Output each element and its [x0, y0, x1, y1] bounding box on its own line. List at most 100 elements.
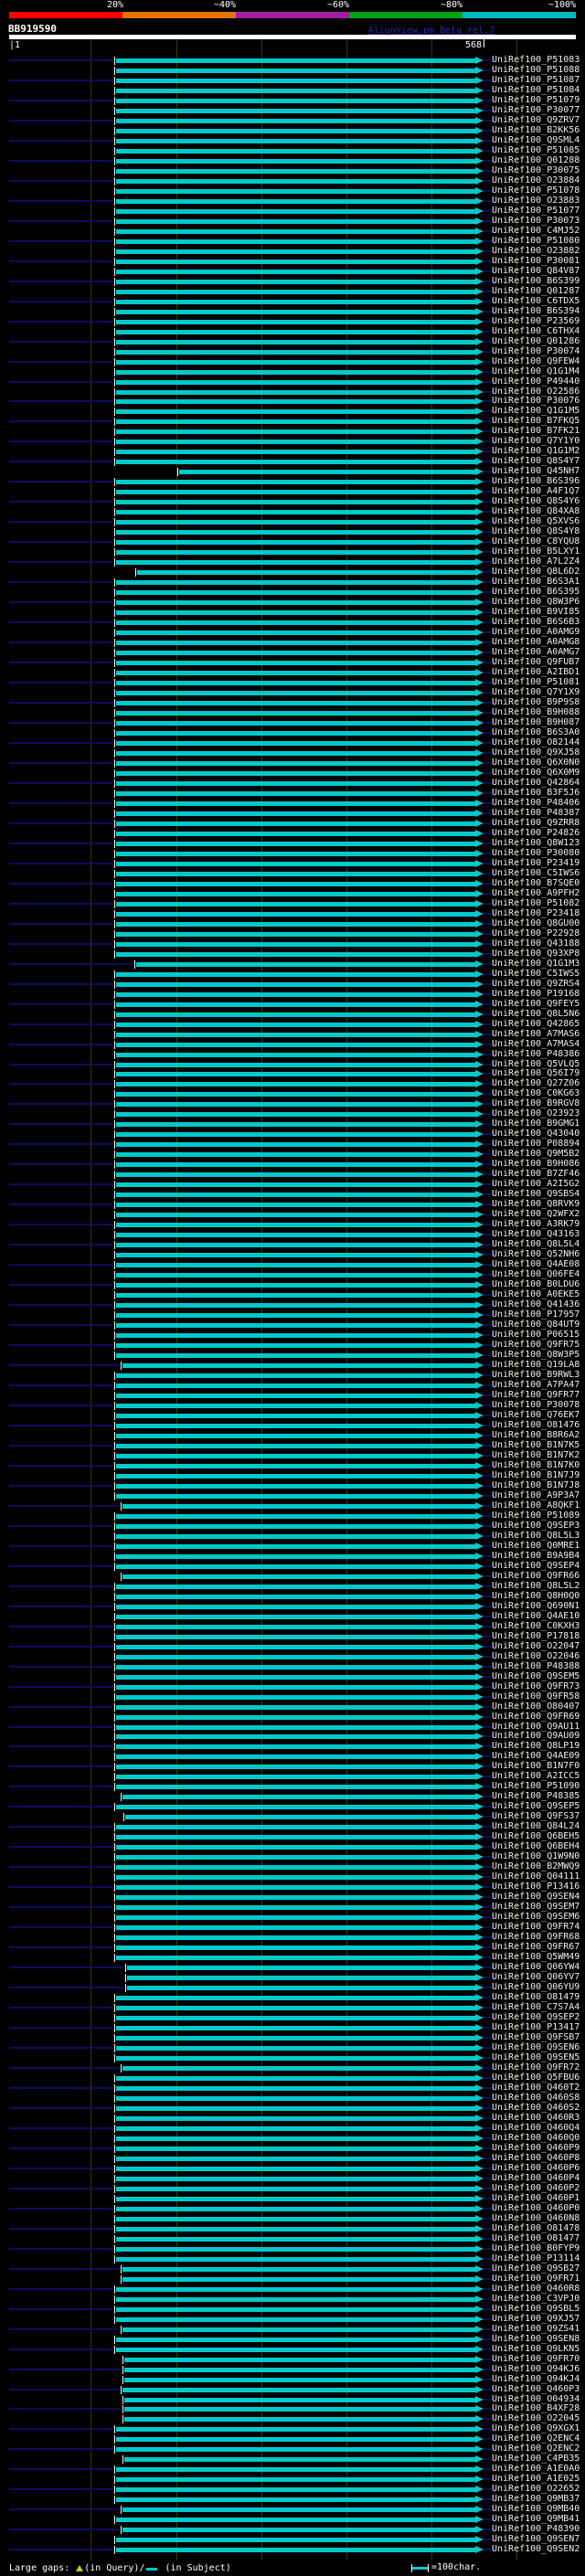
hit-label[interactable]: UniRef100_Q9MB41	[492, 2515, 580, 2524]
alignment-bar[interactable]	[116, 1023, 475, 1027]
alignment-bar[interactable]	[116, 480, 475, 484]
alignment-bar[interactable]	[116, 610, 475, 615]
alignment-bar[interactable]	[116, 711, 475, 716]
hit-label[interactable]: UniRef100_Q43188	[492, 939, 580, 949]
hit-label[interactable]: UniRef100_Q9FR74	[492, 1923, 580, 1932]
hit-label[interactable]: UniRef100_Q9FR67	[492, 1943, 580, 1952]
hit-label[interactable]: UniRef100_Q9SB27	[492, 2264, 580, 2274]
hit-label[interactable]: UniRef100_Q9MB40	[492, 2505, 580, 2514]
alignment-bar[interactable]	[116, 1353, 475, 1358]
hit-label[interactable]: UniRef100_P51084	[492, 86, 580, 95]
alignment-bar[interactable]	[116, 79, 475, 83]
hit-label[interactable]: UniRef100_Q7Y1Y0	[492, 437, 580, 446]
hit-label[interactable]: UniRef100_B1N7F0	[492, 1762, 580, 1771]
alignment-bar[interactable]	[116, 450, 475, 454]
hit-label[interactable]: UniRef100_Q9FUB7	[492, 658, 580, 667]
alignment-bar[interactable]	[116, 882, 475, 886]
alignment-bar[interactable]	[116, 751, 475, 756]
alignment-bar[interactable]	[122, 2277, 475, 2282]
hit-label[interactable]: UniRef100_Q9FSB7	[492, 2033, 580, 2042]
alignment-bar[interactable]	[116, 2167, 475, 2171]
hit-label[interactable]: UniRef100_O82144	[492, 738, 580, 747]
alignment-bar[interactable]	[137, 570, 475, 575]
alignment-bar[interactable]	[116, 832, 475, 836]
alignment-bar[interactable]	[116, 310, 475, 314]
hit-label[interactable]: UniRef100_Q9SEM7	[492, 1903, 580, 1912]
hit-label[interactable]: UniRef100_Q42864	[492, 779, 580, 788]
hit-label[interactable]: UniRef100_A7MAS4	[492, 1040, 580, 1049]
hit-label[interactable]: UniRef100_Q5XVS6	[492, 517, 580, 526]
alignment-bar[interactable]	[116, 1645, 475, 1649]
hit-label[interactable]: UniRef100_B0FYP9	[492, 2244, 580, 2253]
alignment-bar[interactable]	[116, 2477, 475, 2482]
hit-label[interactable]: UniRef100_Q84UT9	[492, 1320, 580, 1330]
hit-label[interactable]: UniRef100_O23882	[492, 247, 580, 256]
hit-label[interactable]: UniRef100_C5IWS5	[492, 970, 580, 979]
alignment-bar[interactable]	[116, 902, 475, 906]
hit-label[interactable]: UniRef100_P51080	[492, 237, 580, 246]
hit-label[interactable]: UniRef100_Q06YV7	[492, 1973, 580, 1982]
alignment-bar[interactable]	[116, 249, 475, 254]
hit-label[interactable]: UniRef100_Q2ENC4	[492, 2434, 580, 2443]
alignment-bar[interactable]	[125, 1815, 475, 1819]
hit-label[interactable]: UniRef100_Q9FR71	[492, 2274, 580, 2284]
alignment-bar[interactable]	[116, 460, 475, 464]
alignment-bar[interactable]	[116, 2106, 475, 2111]
alignment-bar[interactable]	[116, 219, 475, 224]
alignment-bar[interactable]	[116, 1554, 475, 1559]
hit-label[interactable]: UniRef100_P22928	[492, 929, 580, 938]
alignment-bar[interactable]	[116, 99, 475, 103]
alignment-bar[interactable]	[116, 209, 475, 214]
alignment-bar[interactable]	[122, 1795, 475, 1799]
alignment-bar[interactable]	[116, 771, 475, 776]
hit-label[interactable]: UniRef100_C8YQU8	[492, 537, 580, 546]
alignment-bar[interactable]	[116, 2287, 475, 2292]
alignment-bar[interactable]	[116, 2297, 475, 2302]
alignment-bar[interactable]	[116, 1845, 475, 1850]
hit-label[interactable]: UniRef100_Q04111	[492, 1872, 580, 1882]
hit-label[interactable]: UniRef100_Q9ZRR8	[492, 819, 580, 828]
hit-label[interactable]: UniRef100_Q52NH6	[492, 1250, 580, 1259]
alignment-bar[interactable]	[116, 1002, 475, 1007]
alignment-bar[interactable]	[122, 2327, 475, 2332]
hit-label[interactable]: UniRef100_P23569	[492, 317, 580, 326]
alignment-bar[interactable]	[116, 1112, 475, 1117]
alignment-bar[interactable]	[116, 2177, 475, 2181]
alignment-bar[interactable]	[116, 852, 475, 856]
alignment-bar[interactable]	[116, 2006, 475, 2010]
hit-label[interactable]: UniRef100_B9VI85	[492, 608, 580, 617]
alignment-bar[interactable]	[116, 1283, 475, 1288]
alignment-bar[interactable]	[116, 1394, 475, 1398]
hit-label[interactable]: UniRef100_Q1G1M5	[492, 407, 580, 416]
alignment-bar[interactable]	[127, 1976, 475, 1980]
hit-label[interactable]: UniRef100_Q9FS37	[492, 1812, 580, 1821]
alignment-bar[interactable]	[116, 1263, 475, 1267]
alignment-bar[interactable]	[116, 631, 475, 635]
hit-label[interactable]: UniRef100_Q9FEW4	[492, 357, 580, 366]
alignment-bar[interactable]	[116, 199, 475, 204]
alignment-bar[interactable]	[116, 761, 475, 766]
hit-label[interactable]: UniRef100_B6S6B3	[492, 618, 580, 627]
hit-label[interactable]: UniRef100_Q460P2	[492, 2184, 580, 2193]
hit-label[interactable]: UniRef100_P51087	[492, 76, 580, 85]
hit-label[interactable]: UniRef100_Q460P3	[492, 2385, 580, 2394]
alignment-bar[interactable]	[116, 370, 475, 375]
alignment-bar[interactable]	[116, 741, 475, 746]
hit-label[interactable]: UniRef100_Q42865	[492, 1020, 580, 1029]
hit-label[interactable]: UniRef100_Q6X0M9	[492, 769, 580, 778]
alignment-bar[interactable]	[116, 1484, 475, 1489]
hit-label[interactable]: UniRef100_B9H087	[492, 718, 580, 727]
hit-label[interactable]: UniRef100_Q8RVK9	[492, 1200, 580, 1209]
alignment-bar[interactable]	[116, 1063, 475, 1067]
hit-label[interactable]: UniRef100_B1N7K2	[492, 1451, 580, 1460]
alignment-bar[interactable]	[116, 892, 475, 896]
hit-label[interactable]: UniRef100_Q8L5L2	[492, 1582, 580, 1591]
alignment-bar[interactable]	[116, 1585, 475, 1589]
alignment-bar[interactable]	[116, 2447, 475, 2452]
hit-label[interactable]: UniRef100_P30075	[492, 166, 580, 175]
alignment-bar[interactable]	[116, 731, 475, 736]
hit-label[interactable]: UniRef100_Q460T2	[492, 2083, 580, 2093]
hit-label[interactable]: UniRef100_Q19LA8	[492, 1361, 580, 1370]
alignment-bar[interactable]	[116, 2046, 475, 2051]
alignment-bar[interactable]	[124, 2417, 475, 2422]
